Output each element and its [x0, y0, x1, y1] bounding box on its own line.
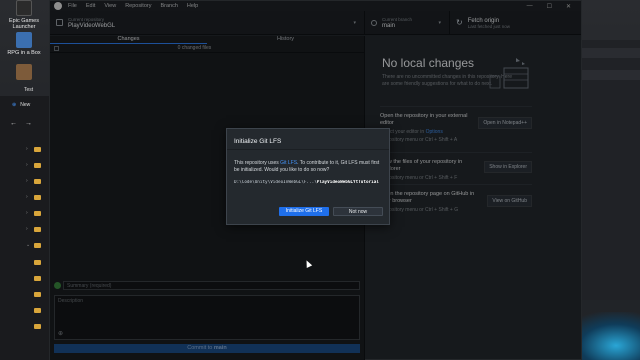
desktop-icon-app[interactable] — [2, 64, 46, 82]
folder-icon — [34, 227, 41, 232]
dialog-text: This repository uses — [234, 160, 281, 166]
folder-icon — [34, 276, 41, 281]
initialize-git-lfs-button[interactable]: Initialize Git LFS — [279, 207, 329, 216]
chevron-right-icon[interactable]: › — [26, 178, 28, 184]
dialog-body: This repository uses Git LFS. To contrib… — [227, 150, 389, 186]
not-now-button[interactable]: Not now — [333, 207, 383, 216]
dialog-title: Initialize Git LFS — [227, 129, 389, 150]
path-repo-name: PlayVideoWebGLYtTutorial — [316, 180, 379, 185]
file-explorer-window: Test ⊕ New ←→ › › › › › › ⌄ — [0, 84, 52, 360]
app-icon — [16, 64, 32, 80]
chevron-right-icon[interactable]: › — [26, 226, 28, 232]
chevron-right-icon[interactable]: › — [26, 194, 28, 200]
folder-icon — [34, 147, 41, 152]
background-window-right — [578, 40, 640, 300]
folder-icon — [34, 243, 41, 248]
desktop-icon-rpg-in-a-box[interactable]: RPG in a Box — [2, 32, 46, 56]
chevron-right-icon[interactable]: › — [26, 162, 28, 168]
chevron-right-icon[interactable]: › — [26, 146, 28, 152]
explorer-new-button[interactable]: ⊕ New — [12, 102, 51, 108]
folder-icon — [34, 260, 41, 265]
folder-icon — [34, 211, 41, 216]
git-lfs-link[interactable]: Git LFS — [280, 160, 297, 166]
folder-icon — [34, 195, 41, 200]
folder-icon — [34, 163, 41, 168]
initialize-git-lfs-dialog: Initialize Git LFS This repository uses … — [226, 128, 390, 225]
plus-icon: ⊕ — [12, 102, 17, 108]
path-prefix: D:\Code\Unity\VideoInWebGL\F...\ — [234, 180, 317, 185]
rpg-in-a-box-icon — [16, 32, 32, 48]
desktop-icon-epic-games[interactable]: Epic Games Launcher — [2, 0, 46, 31]
chevron-right-icon[interactable]: › — [26, 210, 28, 216]
folder-icon — [34, 308, 41, 313]
folder-icon — [34, 324, 41, 329]
window-strip — [579, 70, 640, 80]
epic-games-icon — [16, 0, 32, 16]
explorer-nav-arrows[interactable]: ←→ — [10, 120, 51, 127]
window-strip — [579, 48, 640, 58]
dialog-actions: Initialize Git LFS Not now — [279, 207, 383, 216]
explorer-tab[interactable]: Test — [0, 84, 51, 96]
folder-icon — [34, 292, 41, 297]
folder-icon — [34, 179, 41, 184]
chevron-down-icon[interactable]: ⌄ — [26, 242, 30, 248]
repository-path: D:\Code\Unity\VideoInWebGL\F...\PlayVide… — [234, 180, 382, 186]
